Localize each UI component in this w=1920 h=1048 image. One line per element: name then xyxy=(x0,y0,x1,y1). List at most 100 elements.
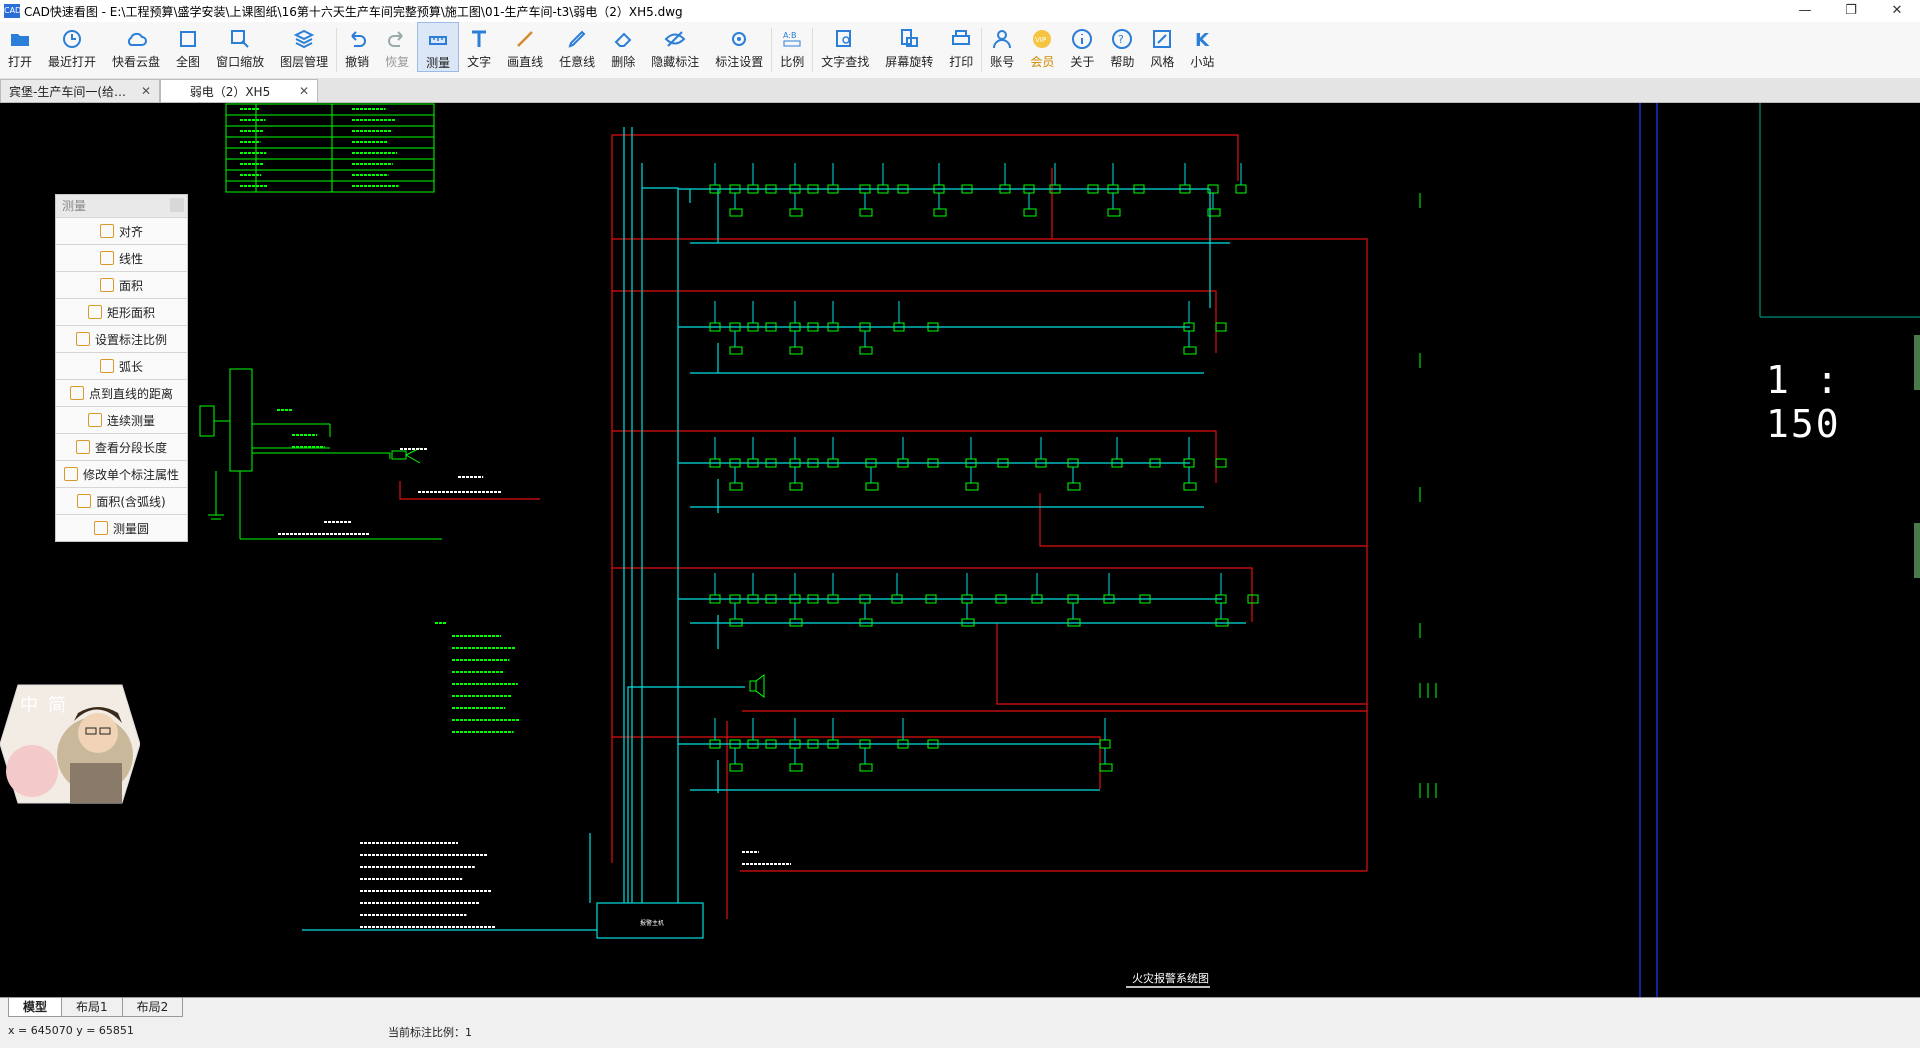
undo-button[interactable]: 撤销 xyxy=(337,22,377,72)
device-symbol xyxy=(1215,458,1227,468)
sub-device-symbol xyxy=(1107,208,1121,217)
sub-device-symbol xyxy=(933,208,947,217)
redo-button[interactable]: 恢复 xyxy=(377,22,417,72)
measure-item[interactable]: 弧长 xyxy=(56,352,187,379)
measure-item[interactable]: 设置标注比例 xyxy=(56,325,187,352)
recent-button[interactable]: 最近打开 xyxy=(40,22,104,72)
assistant-avatar[interactable]: 中 简 xyxy=(0,683,140,805)
green-notes xyxy=(240,108,520,733)
undo-icon xyxy=(351,31,367,47)
zoomwin-button[interactable]: 窗口缩放 xyxy=(208,22,272,72)
measure-item[interactable]: 线性 xyxy=(56,244,187,271)
sub-device-symbol xyxy=(1067,482,1081,491)
layers-button[interactable]: 图层管理 xyxy=(272,22,336,72)
measure-item[interactable]: 面积(含弧线) xyxy=(56,487,187,514)
hidemark-button[interactable]: 隐藏标注 xyxy=(643,22,707,72)
scale-icon: A:B xyxy=(783,31,801,47)
toolbar-label: 恢复 xyxy=(385,55,410,69)
cyan-wiring xyxy=(302,127,1246,939)
sub-device-symbol xyxy=(1023,208,1037,217)
measure-tool-icon xyxy=(99,278,114,292)
toolbar-label: 打开 xyxy=(8,55,33,69)
toolbar-label: 风格 xyxy=(1150,55,1175,69)
tab-close-icon[interactable]: ✕ xyxy=(141,84,151,98)
sub-device-symbol xyxy=(1099,763,1113,772)
mark-settings-icon xyxy=(732,32,747,46)
help-icon: ? xyxy=(1112,29,1133,49)
measure-item-label: 测量圆 xyxy=(112,521,149,536)
tab-document-1[interactable]: 宾堡-生产车间一(给… ✕ xyxy=(0,79,160,102)
cursor-coordinates: x = 645070 y = 65851 xyxy=(8,1024,134,1037)
fullview-button[interactable]: 全图 xyxy=(168,22,208,72)
measure-item-label: 查看分段长度 xyxy=(94,440,167,455)
freeline-button[interactable]: 任意线 xyxy=(551,22,603,72)
close-window-button[interactable]: ✕ xyxy=(1874,0,1920,22)
account-button[interactable]: 账号 xyxy=(982,22,1022,72)
station-button[interactable]: K 小站 xyxy=(1182,22,1222,72)
layers-icon xyxy=(293,29,315,49)
sub-device-symbol xyxy=(789,208,803,217)
measure-tool-icon xyxy=(87,413,102,427)
print-button[interactable]: 打印 xyxy=(941,22,981,72)
drawing-caption: 火灾报警系统图 xyxy=(1132,971,1209,985)
layout-tab-model[interactable]: 模型 xyxy=(8,998,63,1017)
tab-close-icon[interactable]: ✕ xyxy=(299,84,309,98)
text-button[interactable]: 文字 xyxy=(459,22,499,72)
layout-tab-1[interactable]: 布局1 xyxy=(61,998,123,1017)
scale-label: 1 : 150 xyxy=(1766,358,1841,446)
drawing-canvas[interactable]: 火灾报警系统图 报警主机 1 : 150 测量 对齐 线性 面积 矩形面积 设置标注比例… xyxy=(0,103,1920,997)
scale-button[interactable]: A:B 比例 xyxy=(772,22,812,72)
vip-icon: VIP xyxy=(1033,30,1052,48)
minimize-button[interactable]: — xyxy=(1782,0,1828,22)
style-icon xyxy=(1153,30,1172,48)
measure-item[interactable]: 点到直线的距离 xyxy=(56,379,187,406)
toolbar-label: 窗口缩放 xyxy=(216,55,265,69)
measure-tool-icon xyxy=(77,494,92,508)
measure-item[interactable]: 查看分段长度 xyxy=(56,433,187,460)
svg-text:A:B: A:B xyxy=(783,31,797,40)
speaker-symbol xyxy=(749,674,765,698)
measure-item[interactable]: 矩形面积 xyxy=(56,298,187,325)
measure-tool-icon xyxy=(75,332,90,346)
layout-tab-2[interactable]: 布局2 xyxy=(121,998,184,1017)
measure-item-label: 对齐 xyxy=(118,224,143,239)
toolbar-label: 最近打开 xyxy=(48,55,97,69)
sub-device-symbol xyxy=(729,482,743,491)
toolbar-label: 撤销 xyxy=(345,55,370,69)
rotate-button[interactable]: 屏幕旋转 xyxy=(877,22,941,72)
measure-item[interactable]: 修改单个标注属性 xyxy=(56,460,187,487)
sub-device-symbol xyxy=(789,482,803,491)
measure-item-label: 连续测量 xyxy=(106,413,155,428)
marksettings-button[interactable]: 标注设置 xyxy=(707,22,771,72)
printer-icon xyxy=(952,30,971,45)
about-button[interactable]: 关于 xyxy=(1062,22,1102,72)
vip-button[interactable]: VIP 会员 xyxy=(1022,22,1062,72)
sub-device-symbol xyxy=(859,763,873,772)
open-button[interactable]: 打开 xyxy=(0,22,40,72)
style-button[interactable]: 风格 xyxy=(1142,22,1182,72)
cloud-icon xyxy=(127,32,148,46)
measure-item[interactable]: 测量圆 xyxy=(56,514,187,541)
window-title: CAD快速看图 - E:\工程预算\盛学安装\上课图纸\16第十六天生产车间完整… xyxy=(24,4,683,19)
device-symbol xyxy=(1235,184,1247,194)
toolbar-label: 关于 xyxy=(1070,55,1095,69)
sub-device-symbol xyxy=(789,763,803,772)
maximize-button[interactable]: ❐ xyxy=(1828,0,1874,22)
toolbar-label: 会员 xyxy=(1030,55,1055,69)
measure-panel-title: 测量 xyxy=(56,195,187,217)
findtext-button[interactable]: 文字查找 xyxy=(813,22,877,72)
help-button[interactable]: ? 帮助 xyxy=(1102,22,1142,72)
measure-panel: 测量 对齐线性 面积 矩形面积 设置标注比例 弧长 点到直线的距离连续测量查看分段长度修改… xyxy=(55,194,188,542)
measure-button[interactable]: 测量 xyxy=(417,22,460,72)
erase-button[interactable]: 删除 xyxy=(603,22,643,72)
measure-item[interactable]: 对齐 xyxy=(56,217,187,244)
panel-pin-icon[interactable] xyxy=(170,198,184,212)
sub-device-symbol xyxy=(859,208,873,217)
annotation-scale-status: 当前标注比例：1 xyxy=(388,1026,472,1039)
tab-document-2[interactable]: 弱电（2）XH5 ✕ xyxy=(160,79,318,102)
cloud-button[interactable]: 快看云盘 xyxy=(104,22,168,72)
toolbar-label: 任意线 xyxy=(559,55,596,69)
line-button[interactable]: 画直线 xyxy=(499,22,551,72)
measure-item[interactable]: 面积 xyxy=(56,271,187,298)
measure-item[interactable]: 连续测量 xyxy=(56,406,187,433)
